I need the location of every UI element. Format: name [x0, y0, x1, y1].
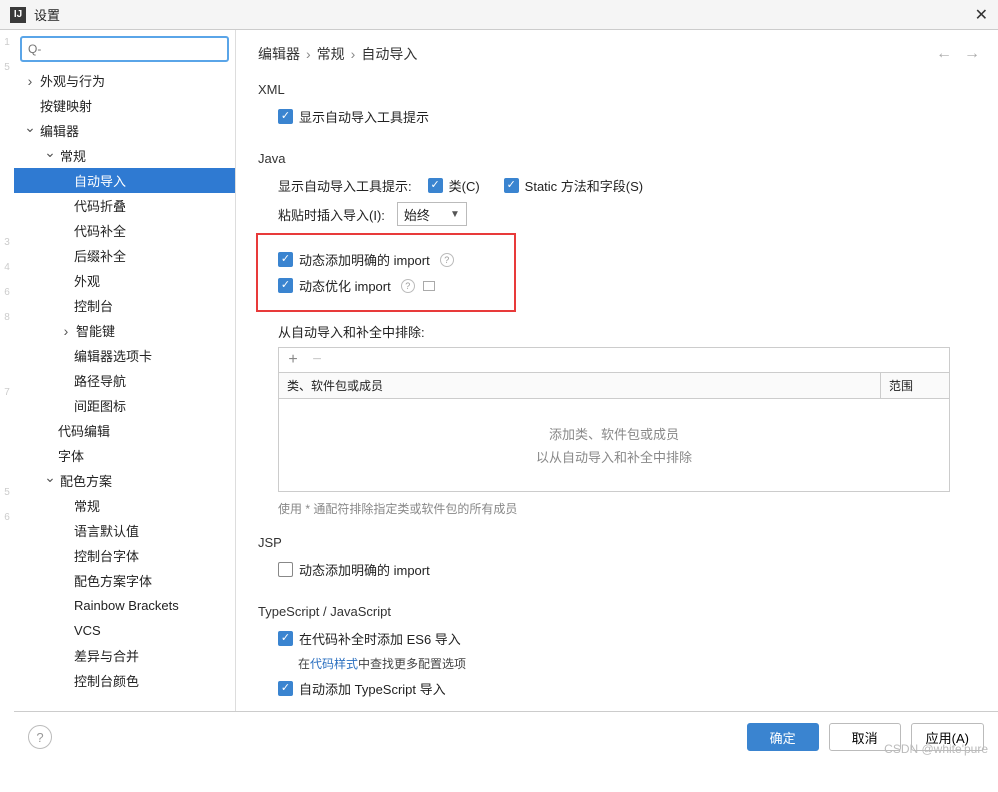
ok-button[interactable]: 确定: [747, 723, 819, 751]
exclude-table: + − 类、软件包或成员 范围 添加类、软件包或成员 以从自动导入和补全中排除: [278, 347, 950, 492]
settings-content: 编辑器 › 常规 › 自动导入 ← → XML 显示自动导入工具提示 Java …: [236, 30, 998, 711]
dialog-footer: ? 确定 取消 应用(A): [14, 712, 998, 762]
help-icon[interactable]: ?: [440, 253, 454, 267]
titlebar: IJ 设置 ✕: [0, 0, 998, 30]
tree-item-appearance-behavior[interactable]: 外观与行为: [14, 68, 235, 93]
section-title: TypeScript / JavaScript: [258, 604, 980, 619]
tree-item-console[interactable]: 控制台: [14, 293, 235, 318]
add-button[interactable]: +: [285, 351, 301, 369]
chevron-down-icon: [24, 122, 36, 139]
apply-button[interactable]: 应用(A): [911, 723, 984, 751]
section-title: JSP: [258, 535, 980, 550]
tree-item-code-completion[interactable]: 代码补全: [14, 218, 235, 243]
forward-icon[interactable]: →: [964, 45, 980, 63]
chevron-down-icon: [44, 147, 56, 164]
breadcrumb-item[interactable]: 编辑器: [258, 44, 300, 64]
option-ts-es6[interactable]: 在代码补全时添加 ES6 导入: [278, 629, 980, 648]
back-icon[interactable]: ←: [936, 45, 952, 63]
tree-item-cs-vcs[interactable]: VCS: [14, 618, 235, 643]
checkbox-icon[interactable]: [278, 109, 293, 124]
section-xml: XML 显示自动导入工具提示: [258, 82, 980, 133]
checkbox-icon[interactable]: [278, 631, 293, 646]
tree-item-editor-tabs[interactable]: 编辑器选项卡: [14, 343, 235, 368]
tree-item-auto-import[interactable]: 自动导入: [14, 168, 235, 193]
option-optimize-imports[interactable]: 动态优化 import ?: [278, 276, 510, 295]
app-icon: IJ: [10, 7, 26, 23]
table-empty-state: 添加类、软件包或成员 以从自动导入和补全中排除: [279, 399, 949, 491]
exclude-hint: 使用 * 通配符排除指定类或软件包的所有成员: [278, 500, 980, 517]
exclude-label: 从自动导入和补全中排除:: [278, 322, 980, 341]
tree-item-gutter-icons[interactable]: 间距图标: [14, 393, 235, 418]
cancel-button[interactable]: 取消: [829, 723, 901, 751]
highlighted-options: 动态添加明确的 import ? 动态优化 import ?: [256, 233, 516, 312]
tree-item-postfix[interactable]: 后缀补全: [14, 243, 235, 268]
section-title: XML: [258, 82, 980, 97]
dialog-body: 外观与行为 按键映射 编辑器 常规 自动导入 代码折叠 代码补全 后缀补全 外观…: [14, 30, 998, 712]
ts-es6-sub: 在代码样式中查找更多配置选项: [298, 655, 980, 672]
tree-item-cs-general[interactable]: 常规: [14, 493, 235, 518]
option-jsp-add[interactable]: 动态添加明确的 import: [278, 560, 980, 579]
help-icon[interactable]: ?: [401, 279, 415, 293]
column-header[interactable]: 类、软件包或成员: [279, 373, 881, 398]
tree-item-cs-lang-default[interactable]: 语言默认值: [14, 518, 235, 543]
tree-item-path-nav[interactable]: 路径导航: [14, 368, 235, 393]
tree-item-cs-scheme-font[interactable]: 配色方案字体: [14, 568, 235, 593]
breadcrumb-item: 自动导入: [361, 44, 417, 64]
chevron-right-icon: ›: [351, 46, 356, 62]
section-title: Java: [258, 151, 980, 166]
code-style-link[interactable]: 代码样式: [310, 657, 358, 671]
option-java-show-tooltip: 显示自动导入工具提示: 类(C) Static 方法和字段(S): [278, 176, 980, 195]
section-jsp: JSP 动态添加明确的 import: [258, 535, 980, 586]
chevron-down-icon: [44, 472, 56, 489]
tree-item-smart-keys[interactable]: 智能键: [14, 318, 235, 343]
tree-item-cs-rainbow[interactable]: Rainbow Brackets: [14, 593, 235, 618]
table-toolbar: + −: [279, 348, 949, 373]
option-ts-auto[interactable]: 自动添加 TypeScript 导入: [278, 679, 980, 698]
checkbox-icon[interactable]: [278, 252, 293, 267]
checkbox-icon[interactable]: [278, 278, 293, 293]
chevron-right-icon: [28, 73, 33, 89]
dialog-title: 设置: [34, 5, 60, 24]
settings-tree[interactable]: 外观与行为 按键映射 编辑器 常规 自动导入 代码折叠 代码补全 后缀补全 外观…: [14, 68, 235, 711]
remove-button: −: [309, 351, 325, 369]
checkbox-icon[interactable]: [278, 562, 293, 577]
breadcrumb: 编辑器 › 常规 › 自动导入 ← →: [258, 44, 980, 64]
tree-item-cs-diff[interactable]: 差异与合并: [14, 643, 235, 668]
settings-sidebar: 外观与行为 按键映射 编辑器 常规 自动导入 代码折叠 代码补全 后缀补全 外观…: [14, 30, 236, 711]
option-java-paste: 粘贴时插入导入(I): 始终 ▼: [278, 202, 980, 226]
option-xml-show-tooltip[interactable]: 显示自动导入工具提示: [278, 107, 980, 126]
tree-item-font[interactable]: 字体: [14, 443, 235, 468]
tree-item-general[interactable]: 常规: [14, 143, 235, 168]
tree-item-color-scheme[interactable]: 配色方案: [14, 468, 235, 493]
section-java: Java 显示自动导入工具提示: 类(C) Static 方法和字段(S) 粘贴…: [258, 151, 980, 517]
table-header: 类、软件包或成员 范围: [279, 373, 949, 399]
option-add-unambiguous[interactable]: 动态添加明确的 import ?: [278, 250, 510, 269]
checkbox-class[interactable]: [428, 178, 443, 193]
chevron-right-icon: ›: [306, 46, 311, 62]
tree-item-cs-console-font[interactable]: 控制台字体: [14, 543, 235, 568]
help-button[interactable]: ?: [28, 725, 52, 749]
breadcrumb-item[interactable]: 常规: [317, 44, 345, 64]
paste-import-select[interactable]: 始终 ▼: [397, 202, 467, 226]
tree-item-cs-console-colors[interactable]: 控制台颜色: [14, 668, 235, 693]
chevron-right-icon: [64, 323, 69, 339]
caret-down-icon: ▼: [450, 209, 460, 220]
section-typescript: TypeScript / JavaScript 在代码补全时添加 ES6 导入 …: [258, 604, 980, 705]
tree-item-appearance[interactable]: 外观: [14, 268, 235, 293]
tree-item-code-editing[interactable]: 代码编辑: [14, 418, 235, 443]
tree-item-keymap[interactable]: 按键映射: [14, 93, 235, 118]
tree-item-code-folding[interactable]: 代码折叠: [14, 193, 235, 218]
close-icon[interactable]: ✕: [975, 5, 988, 25]
settings-icon[interactable]: [423, 281, 435, 291]
search-input[interactable]: [20, 36, 229, 62]
column-header[interactable]: 范围: [881, 373, 949, 398]
checkbox-icon[interactable]: [278, 681, 293, 696]
editor-gutter: 153468756: [0, 30, 14, 712]
checkbox-static[interactable]: [504, 178, 519, 193]
tree-item-editor[interactable]: 编辑器: [14, 118, 235, 143]
